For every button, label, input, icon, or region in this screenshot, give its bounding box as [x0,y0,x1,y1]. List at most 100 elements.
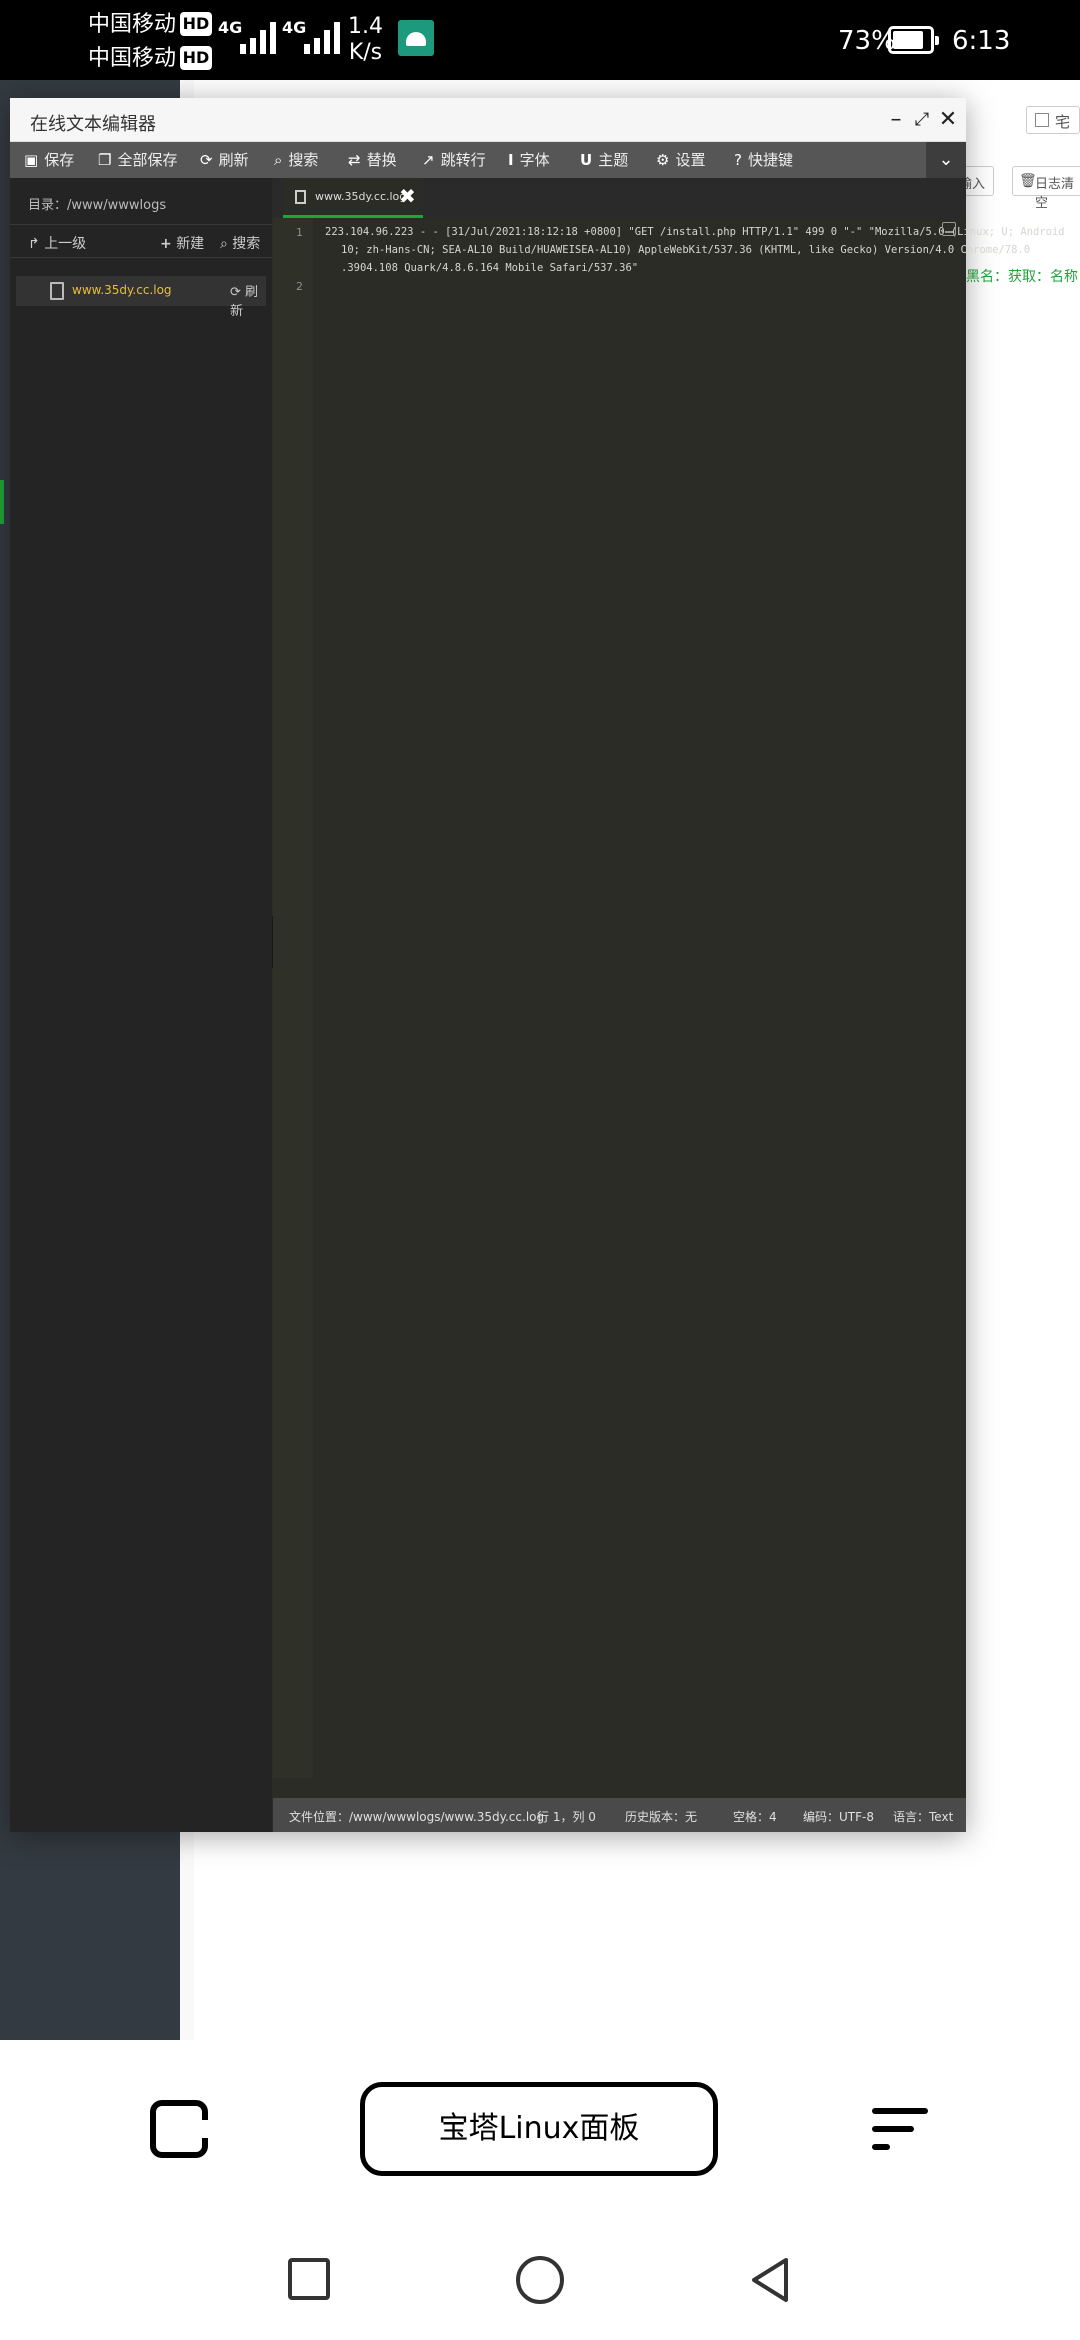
help-icon: ? [734,151,742,169]
sidebar-search-button[interactable]: ⌕ 搜索 [220,233,260,253]
back-button[interactable] [748,2256,792,2304]
minimize-icon[interactable]: – [882,106,910,134]
app-title-button[interactable]: 宝塔Linux面板 [360,2082,718,2176]
up-level-button[interactable]: ↱ 上一级 [28,233,86,253]
toolbar-save-label: 保存 [44,151,75,169]
background-checkbox-icon[interactable] [1035,113,1049,127]
gear-icon: ⚙ [656,151,670,169]
refresh-icon: ⟳ [200,151,213,169]
toolbar-settings-button[interactable]: ⚙ 设置 [656,142,705,178]
hd-badge-1: HD [180,12,212,36]
toolbar-jump-line-button[interactable]: ↗ 跳转行 [422,142,486,178]
file-sidebar: 目录：/www/wwwlogs ↱ 上一级 + 新建 ⌕ 搜索 www.35dy… [10,178,272,1832]
file-icon [295,190,306,204]
toolbar-theme-button[interactable]: U 主题 [580,142,628,178]
close-icon[interactable]: ✕ [934,106,962,134]
background-checkbox-field[interactable]: 宅 [1026,106,1080,134]
toolbar-shortcuts-label: 快捷键 [747,151,793,169]
status-encoding[interactable]: 编码：UTF-8 [803,1808,874,1825]
editor-tabbar: www.35dy.cc.log ✖ [273,178,966,218]
plus-icon: + [160,236,172,252]
toolbar-font-label: 字体 [519,151,550,169]
status-indent[interactable]: 空格：4 [733,1808,777,1825]
clock: 6:13 [952,26,1011,56]
home-button[interactable] [516,2256,564,2304]
net-speed-unit: K/s [348,40,383,65]
toolbar-search-button[interactable]: ⌕ 搜索 [274,142,318,178]
search-icon: ⌕ [274,151,283,169]
carrier-1: 中国移动 [88,12,177,37]
tab-log-file-label: www.35dy.cc.log [315,190,407,203]
tab-log-file[interactable]: www.35dy.cc.log ✖ [283,178,423,218]
replace-icon: ⇄ [348,151,361,169]
net-speed: 1.4 K/s [348,14,383,66]
file-list-item[interactable]: www.35dy.cc.log ⟳ 刷新 [16,276,266,319]
new-file-button[interactable]: + 新建 [160,233,204,253]
background-button-clear-log[interactable]: 🗑 日志清空 [1012,166,1080,211]
save-all-icon: ❐ [98,151,112,169]
network-type-1: 4G [218,18,243,37]
toolbar-settings-label: 设置 [675,151,706,169]
code-line: .3904.108 Quark/4.8.6.164 Mobile Safari/… [341,262,639,274]
background-sidebar-active-indicator [0,480,4,524]
file-list-item-name: www.35dy.cc.log [72,283,172,297]
toolbar-save-button[interactable]: ▣ 保存 [24,142,74,178]
theme-icon: U [580,151,593,169]
toolbar-save-all-button[interactable]: ❐ 全部保存 [98,142,177,178]
font-icon: I [508,151,514,169]
signal-icon-2 [304,20,340,54]
toolbar-font-button[interactable]: I 字体 [508,142,550,178]
text-editor-window: 在线文本编辑器 – ⤢ ✕ ▣ 保存 ❐ 全部保存 ⟳ 刷新 ⌕ 搜索 ⇄ 替换 ↗ 跳转行… [10,98,1065,1832]
multi-window-icon[interactable] [150,2100,210,2158]
code-line: 10; zh-Hans-CN; SEA-AL10 Build/HUAWEISEA… [341,244,1031,256]
toolbar-save-all-label: 全部保存 [117,151,178,169]
status-history-version: 历史版本：无 [625,1810,698,1824]
code-area[interactable]: 223.104.96.223 - - [31/Jul/2021:18:12:18… [315,218,1065,1778]
toolbar-theme-label: 主题 [598,151,629,169]
toolbar-refresh-label: 刷新 [218,151,249,169]
toolbar-shortcuts-button[interactable]: ? 快捷键 [734,142,793,178]
toolbar-search-label: 搜索 [288,151,319,169]
status-file-path: 文件位置：/www/wwwlogs/www.35dy.cc.log [289,1810,545,1824]
status-language[interactable]: 语言：Text [893,1808,953,1825]
background-button-clear-log-label: 日志清空 [1035,177,1075,211]
network-type-2: 4G [282,18,307,37]
toolbar-replace-label: 替换 [366,151,397,169]
search-icon: ⌕ [220,236,228,252]
file-icon [50,282,64,300]
line-number: 1 [296,226,303,239]
status-cursor-position: 行 1，列 0 [537,1810,596,1824]
refresh-icon: ⟳ [230,285,241,300]
new-file-label: 新建 [176,236,205,252]
editor-status-line: 文件位置：/www/wwwlogs/www.35dy.cc.log 行 1，列 … [273,1798,966,1832]
background-green-text: 黑名：获取：名称 [966,269,1078,285]
editor-toolbar: ▣ 保存 ❐ 全部保存 ⟳ 刷新 ⌕ 搜索 ⇄ 替换 ↗ 跳转行 I 字体 U 主题 ⚙ 设置 ?… [10,142,966,178]
background-checkbox-text: 宅 [1055,113,1071,131]
line-number: 2 [296,280,303,293]
line-number-gutter: 1 2 [273,218,313,1778]
save-icon: ▣ [24,151,39,169]
directory-path: 目录：/www/wwwlogs [28,198,167,213]
status-bar: 中国移动 中国移动 HD HD 4G 4G 1.4 K/s 73% 6:13 [0,0,1080,80]
close-icon[interactable]: ✖ [399,184,416,208]
arrow-up-icon: ↱ [28,236,40,252]
net-speed-value: 1.4 [348,14,383,39]
menu-icon[interactable] [872,2104,928,2154]
android-notification-icon [398,20,434,56]
sidebar-search-label: 搜索 [232,236,261,252]
scrollbar-thumb[interactable] [942,222,956,236]
recent-apps-button[interactable] [288,2258,330,2300]
hd-badge-2: HD [180,46,212,70]
signal-icon-1 [240,20,276,54]
up-level-label: 上一级 [44,236,87,252]
sidebar-actions: ↱ 上一级 + 新建 ⌕ 搜索 [10,224,272,258]
file-refresh-button[interactable]: ⟳ 刷新 [230,281,266,319]
chevron-down-icon[interactable]: ⌄ [926,142,966,178]
toolbar-replace-button[interactable]: ⇄ 替换 [348,142,397,178]
maximize-icon[interactable]: ⤢ [908,106,936,134]
battery-icon [888,26,939,54]
jump-icon: ↗ [422,151,435,169]
toolbar-jump-line-label: 跳转行 [440,151,486,169]
editor-titlebar[interactable]: 在线文本编辑器 – ⤢ ✕ [10,98,966,142]
toolbar-refresh-button[interactable]: ⟳ 刷新 [200,142,249,178]
